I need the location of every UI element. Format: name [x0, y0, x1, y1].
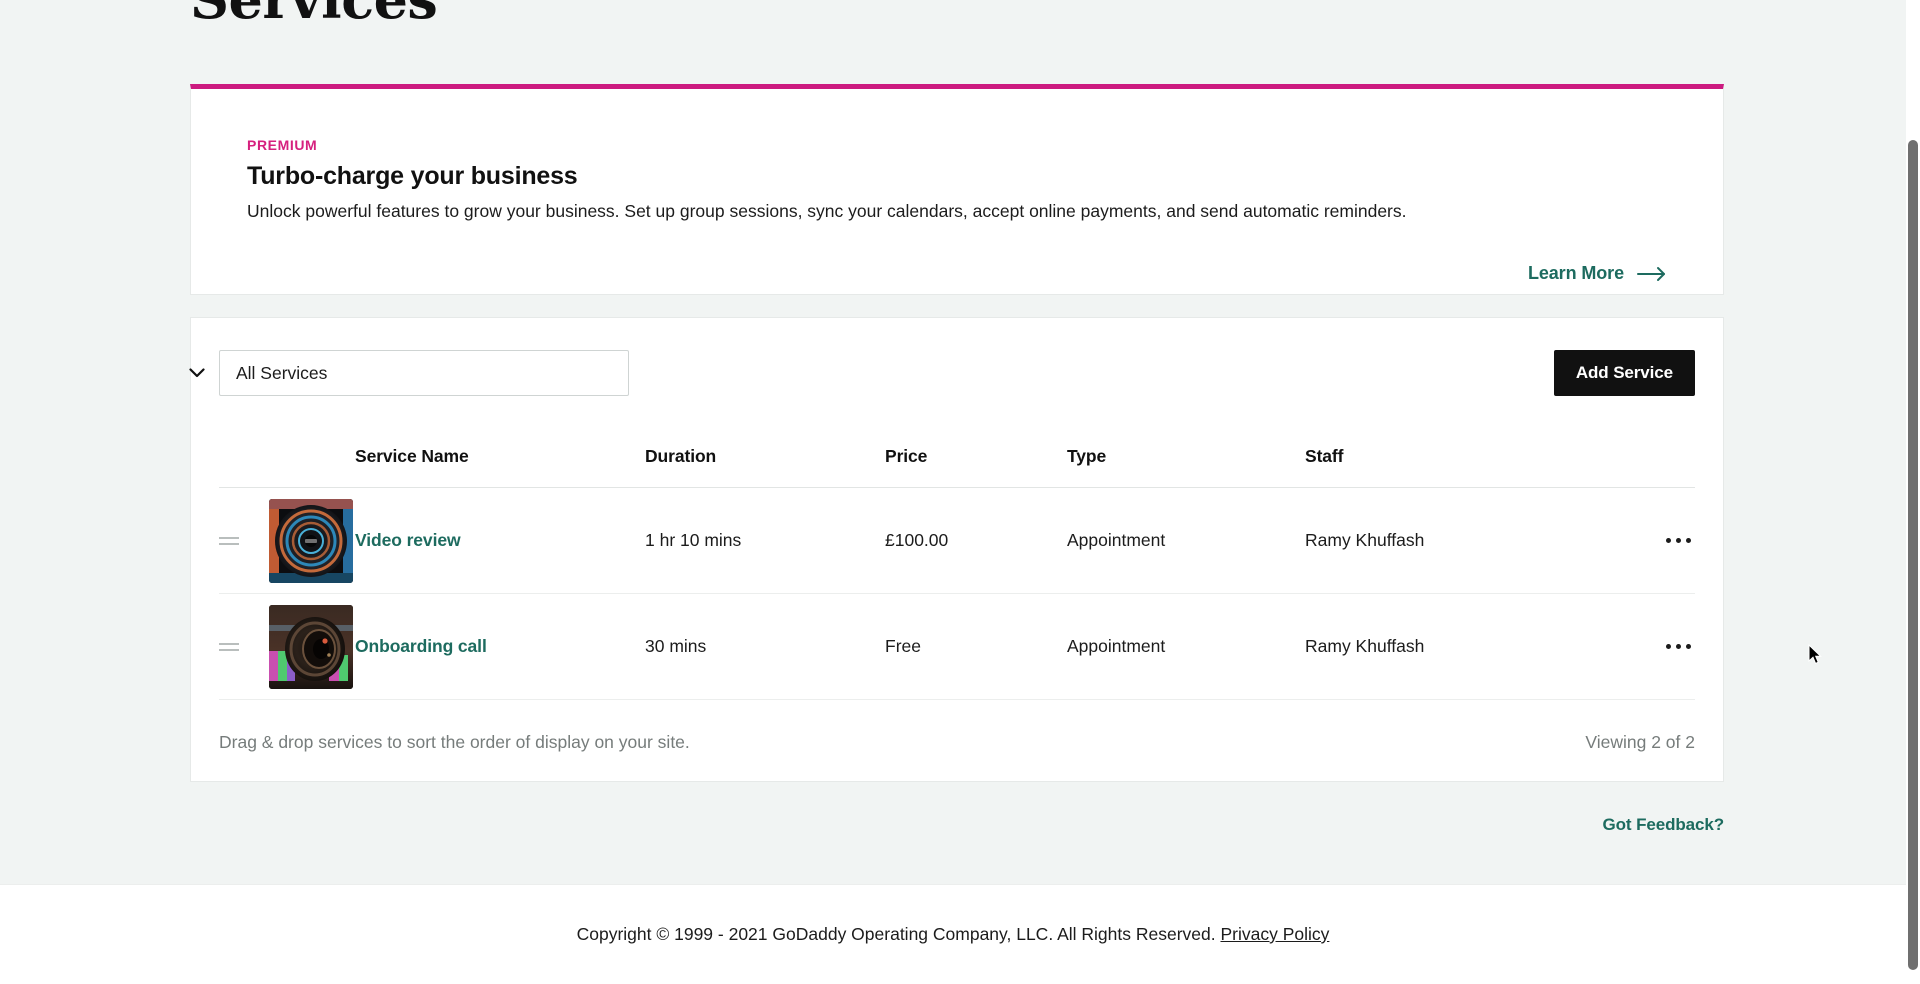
services-card-footer: Drag & drop services to sort the order o… — [219, 732, 1695, 753]
scrollbar-track[interactable] — [1906, 0, 1920, 984]
kebab-menu-icon[interactable] — [1664, 638, 1693, 655]
premium-banner-text: PREMIUM Turbo-charge your business Unloc… — [247, 136, 1667, 226]
site-footer: Copyright © 1999 - 2021 GoDaddy Operatin… — [0, 884, 1906, 984]
table-header-row: Service Name Duration Price Type Staff — [219, 426, 1695, 488]
copyright-text: Copyright © 1999 - 2021 GoDaddy Operatin… — [577, 924, 1330, 945]
page-title: Services — [190, 0, 438, 26]
service-type-cell: Appointment — [1067, 636, 1166, 656]
page-root: Services PREMIUM Turbo-charge your busin… — [0, 0, 1920, 984]
table-row: Video review 1 hr 10 mins £100.00 Appoin… — [219, 488, 1695, 594]
service-name-link[interactable]: Onboarding call — [355, 636, 487, 656]
service-name-cell: Video review — [355, 530, 645, 551]
copyright-label: Copyright © 1999 - 2021 GoDaddy Operatin… — [576, 924, 1216, 944]
chevron-down-icon — [189, 368, 205, 378]
scrollbar-thumb[interactable] — [1908, 140, 1918, 970]
column-header-staff: Staff — [1305, 446, 1344, 466]
service-type-cell: Appointment — [1067, 530, 1166, 550]
service-duration-cell: 1 hr 10 mins — [645, 530, 742, 550]
arrow-right-icon — [1637, 266, 1667, 282]
got-feedback-link[interactable]: Got Feedback? — [190, 815, 1724, 835]
table-row: Onboarding call 30 mins Free Appointment… — [219, 594, 1695, 700]
service-duration-cell: 30 mins — [645, 636, 707, 656]
drag-handle-icon[interactable] — [219, 640, 239, 654]
add-service-button[interactable]: Add Service — [1553, 350, 1695, 396]
kebab-menu-icon[interactable] — [1664, 532, 1693, 549]
service-name-cell: Onboarding call — [355, 636, 645, 657]
service-thumbnail-cell — [269, 498, 355, 583]
learn-more-label: Learn More — [1527, 263, 1624, 283]
service-staff-cell: Ramy Khuffash — [1305, 636, 1425, 656]
services-toolbar: All Services Add Service — [189, 350, 1695, 396]
drag-handle-cell — [219, 534, 269, 548]
column-header-service-name: Service Name — [355, 446, 469, 466]
drag-handle-icon[interactable] — [219, 534, 239, 548]
premium-banner-description: Unlock powerful features to grow your bu… — [247, 201, 1407, 221]
service-thumbnail-cell — [269, 604, 355, 689]
service-price-cell: Free — [885, 636, 921, 656]
service-name-link[interactable]: Video review — [355, 530, 461, 550]
services-card: All Services Add Service Service Name Du… — [189, 317, 1724, 782]
premium-banner-title: Turbo-charge your business — [247, 162, 578, 190]
service-actions-cell — [1595, 638, 1695, 656]
camera-lens-thumbnail — [269, 498, 353, 583]
service-staff-cell: Ramy Khuffash — [1305, 530, 1425, 550]
column-header-price: Price — [885, 446, 928, 466]
drag-drop-hint: Drag & drop services to sort the order o… — [219, 732, 690, 752]
mouse-cursor — [1808, 643, 1822, 665]
services-table: Service Name Duration Price Type Staff V… — [219, 426, 1695, 700]
column-header-duration: Duration — [645, 446, 717, 466]
service-actions-cell — [1595, 532, 1695, 550]
viewing-count: Viewing 2 of 2 — [1585, 732, 1695, 752]
service-price-cell: £100.00 — [885, 530, 949, 550]
privacy-policy-link[interactable]: Privacy Policy — [1220, 924, 1329, 944]
premium-banner: PREMIUM Turbo-charge your business Unloc… — [190, 84, 1724, 295]
learn-more-link[interactable]: Learn More — [1528, 263, 1667, 284]
premium-badge: PREMIUM — [247, 137, 318, 153]
drag-handle-cell — [219, 640, 269, 654]
services-filter-select[interactable]: All Services — [219, 350, 629, 396]
camera-lens-thumbnail — [269, 604, 353, 689]
column-header-type: Type — [1067, 446, 1107, 466]
